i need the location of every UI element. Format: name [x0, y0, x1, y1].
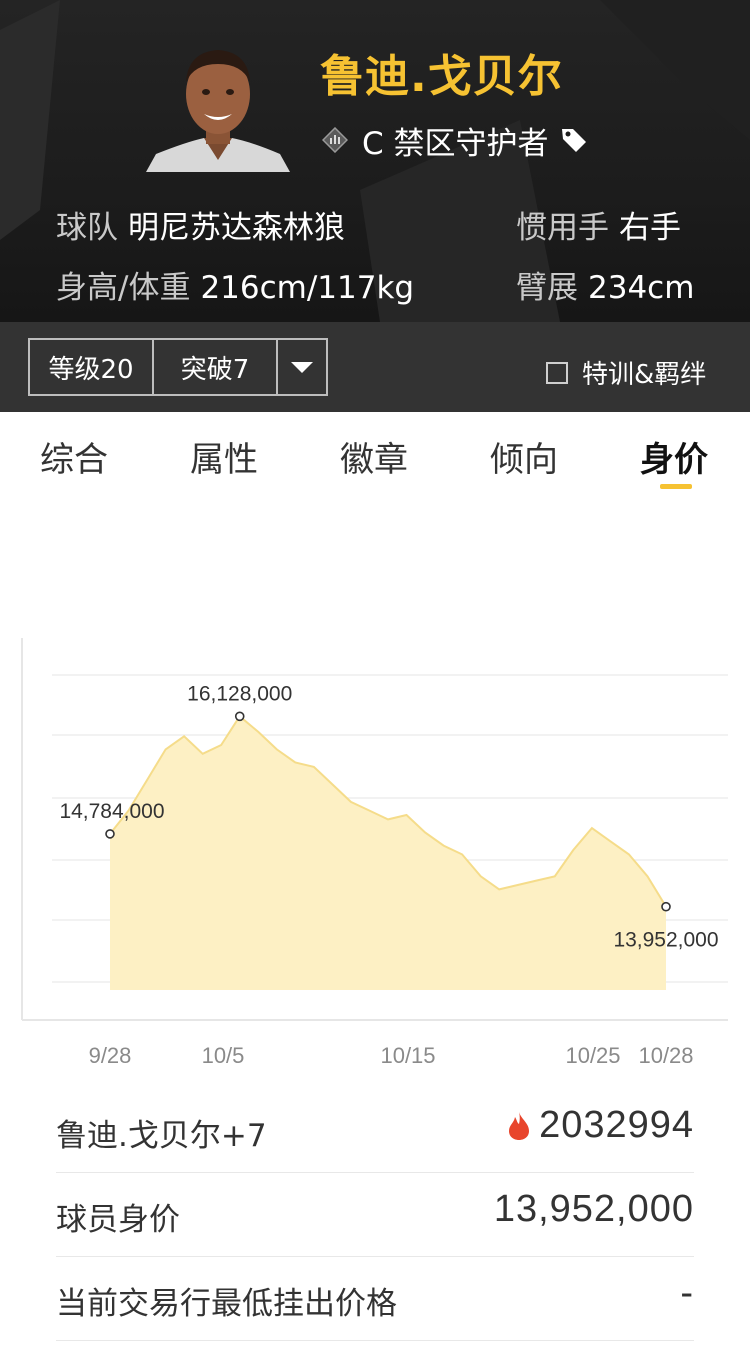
- team-info: 球队 明尼苏达森林狼: [56, 202, 345, 247]
- team-label: 球队: [56, 210, 118, 246]
- lowest-price-value: -: [680, 1272, 694, 1314]
- data-label: 16,128,000: [187, 682, 292, 705]
- data-point-marker: [234, 711, 245, 722]
- popularity-value: 2032994: [507, 1104, 694, 1147]
- data-label: 14,784,000: [59, 800, 164, 823]
- height-weight-label: 身高/体重: [56, 270, 191, 306]
- value-chart-svg: 16,128,000 14,784,000 13,952,000 9/28 10/5 10…: [21, 638, 728, 1068]
- popularity-number: 2032994: [539, 1104, 694, 1146]
- breakthrough-selector[interactable]: 突破7: [152, 338, 278, 396]
- tab-badges[interactable]: 徽章: [340, 432, 408, 481]
- tag-icon[interactable]: [559, 125, 589, 155]
- data-point-marker: [661, 901, 671, 912]
- level-selector[interactable]: 等级20: [28, 338, 154, 396]
- wingspan-value: 234cm: [588, 270, 695, 306]
- height-weight-info: 身高/体重 216cm/117kg: [56, 262, 414, 307]
- value-chart: 16,128,000 14,784,000 13,952,000 9/28 10/5 10…: [0, 620, 750, 1080]
- player-value-row: 球员身价 13,952,000: [56, 1172, 694, 1257]
- player-popularity-row: 鲁迪.戈贝尔+7 2032994: [56, 1088, 694, 1173]
- training-toggle[interactable]: 特训&羁绊: [546, 354, 706, 391]
- active-tab-indicator: [660, 484, 692, 489]
- height-weight-value: 216cm/117kg: [200, 270, 415, 306]
- training-checkbox[interactable]: [546, 361, 568, 384]
- lowest-price-row: 当前交易行最低挂出价格 -: [56, 1256, 694, 1341]
- wingspan-label: 臂展: [516, 270, 578, 306]
- position-row: C 禁区守护者: [322, 120, 589, 162]
- chevron-down-icon: [291, 361, 313, 373]
- player-position: C 禁区守护者: [362, 125, 549, 162]
- value-area: [110, 716, 666, 990]
- fire-icon: [509, 1111, 530, 1140]
- wingspan-info: 臂展 234cm: [516, 262, 694, 307]
- x-tick-label: 10/5: [202, 1043, 245, 1068]
- lowest-price-label: 当前交易行最低挂出价格: [56, 1286, 397, 1322]
- player-avatar: [146, 50, 290, 172]
- level-dropdown-button[interactable]: [276, 338, 328, 396]
- data-label: 13,952,000: [613, 929, 718, 952]
- tab-overview[interactable]: 综合: [40, 432, 108, 481]
- x-tick-label: 10/28: [638, 1043, 693, 1068]
- hand-label: 惯用手: [516, 210, 609, 246]
- hand-info: 惯用手 右手: [516, 202, 681, 247]
- x-tick-label: 9/28: [89, 1043, 132, 1068]
- player-name: 鲁迪.戈贝尔: [320, 51, 563, 102]
- player-value-label: 球员身价: [56, 1202, 180, 1238]
- team-value: 明尼苏达森林狼: [128, 210, 345, 246]
- tab-tendencies[interactable]: 倾向: [490, 432, 558, 481]
- data-point-marker: [105, 829, 115, 839]
- x-tick-label: 10/15: [380, 1043, 435, 1068]
- x-tick-label: 10/25: [565, 1043, 620, 1068]
- tab-value[interactable]: 身价: [640, 432, 708, 481]
- rank-badge-icon: [322, 127, 348, 153]
- tab-bar: 综合 属性 徽章 倾向 身价: [0, 412, 750, 492]
- training-label: 特训&羁绊: [582, 360, 707, 390]
- hand-value: 右手: [619, 210, 681, 246]
- tab-attributes[interactable]: 属性: [190, 432, 258, 481]
- player-header: 鲁迪.戈贝尔 C 禁区守护者 球队 明尼苏达森林狼 惯用手 右手 身高/体重 216c…: [0, 0, 750, 322]
- player-level-label: 鲁迪.戈贝尔+7: [56, 1118, 267, 1154]
- player-value-amount: 13,952,000: [493, 1188, 694, 1230]
- level-bar: 等级20 突破7 特训&羁绊: [0, 322, 750, 412]
